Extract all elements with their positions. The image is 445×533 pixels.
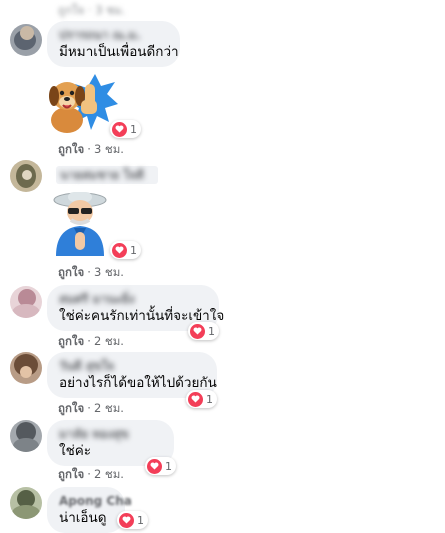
- commenter-name-row: นายสมชาย ใจดี: [56, 166, 158, 184]
- comment-actions: ถูกใจ · 2 ชม.: [58, 401, 124, 415]
- love-reaction-badge[interactable]: 1: [117, 511, 148, 529]
- reaction-count: 1: [137, 513, 144, 527]
- comment-time[interactable]: 2 ชม.: [94, 467, 124, 481]
- avatar[interactable]: [10, 286, 42, 318]
- like-link[interactable]: ถูกใจ: [58, 334, 84, 348]
- commenter-name[interactable]: ปรารถนา ณ.ม.: [59, 28, 168, 43]
- comment-bubble: ปรารถนา ณ.ม. มีหมาเป็นเพื่อนดีกว่า: [47, 21, 180, 67]
- avatar[interactable]: [10, 487, 42, 519]
- reaction-count: 1: [206, 392, 213, 406]
- comment-actions: ถูกใจ · 3 ชม.: [58, 265, 124, 279]
- comment-text: น่าเอ็นดู: [59, 510, 107, 526]
- grandpa-praying-sticker[interactable]: [48, 190, 112, 258]
- comment-meta-top: ถูกใจ · 3 ชม.: [58, 3, 126, 17]
- love-reaction-badge[interactable]: 1: [145, 457, 176, 475]
- love-reaction-badge[interactable]: 1: [110, 241, 141, 259]
- comment-actions: ถูกใจ · 3 ชม.: [58, 142, 124, 156]
- comment-time[interactable]: 2 ชม.: [94, 334, 124, 348]
- heart-icon: [112, 242, 127, 258]
- avatar[interactable]: [10, 352, 42, 384]
- comment-text: มีหมาเป็นเพื่อนดีกว่า: [59, 44, 179, 60]
- dog-thumbs-up-sticker[interactable]: [45, 72, 119, 136]
- comment-text: ใช่ค่ะ: [59, 443, 92, 459]
- heart-icon: [119, 512, 134, 528]
- love-reaction-badge[interactable]: 1: [186, 390, 217, 408]
- avatar[interactable]: [10, 420, 42, 452]
- reaction-count: 1: [130, 243, 137, 257]
- reaction-count: 1: [208, 324, 215, 338]
- avatar[interactable]: [10, 160, 42, 192]
- love-reaction-badge[interactable]: 1: [188, 322, 219, 340]
- commenter-name[interactable]: มาลัย ทองสุข: [59, 427, 162, 442]
- comment-actions: ถูกใจ · 2 ชม.: [58, 334, 124, 348]
- comment-time[interactable]: 3 ชม.: [94, 142, 124, 156]
- reaction-count: 1: [165, 459, 172, 473]
- heart-icon: [147, 458, 162, 474]
- commenter-name[interactable]: สมศรี มานะยิ่ง: [59, 292, 207, 307]
- love-reaction-badge[interactable]: 1: [110, 120, 141, 138]
- commenter-name[interactable]: Apong Cha: [59, 494, 132, 509]
- like-link[interactable]: ถูกใจ: [58, 467, 84, 481]
- like-link[interactable]: ถูกใจ: [58, 401, 84, 415]
- heart-icon: [190, 323, 205, 339]
- commenter-name[interactable]: วันดี สุขใจ: [59, 359, 205, 374]
- comment-time[interactable]: 2 ชม.: [94, 401, 124, 415]
- commenter-name[interactable]: นายสมชาย ใจดี: [56, 166, 158, 184]
- heart-icon: [188, 391, 203, 407]
- reaction-count: 1: [130, 122, 137, 136]
- comment-text: ใช่ค่ะคนรักเท่านั้นที่จะเข้าใจ: [59, 308, 225, 324]
- like-link[interactable]: ถูกใจ: [58, 265, 84, 279]
- avatar[interactable]: [10, 24, 42, 56]
- heart-icon: [112, 121, 127, 137]
- comment-actions: ถูกใจ · 2 ชม.: [58, 467, 124, 481]
- comment-time[interactable]: 3 ชม.: [94, 265, 124, 279]
- comment-text: อย่างไรก็ได้ขอให้ไปด้วยกัน: [59, 375, 217, 391]
- comment-bubble: Apong Cha น่าเอ็นดู: [47, 487, 132, 533]
- like-link[interactable]: ถูกใจ: [58, 142, 84, 156]
